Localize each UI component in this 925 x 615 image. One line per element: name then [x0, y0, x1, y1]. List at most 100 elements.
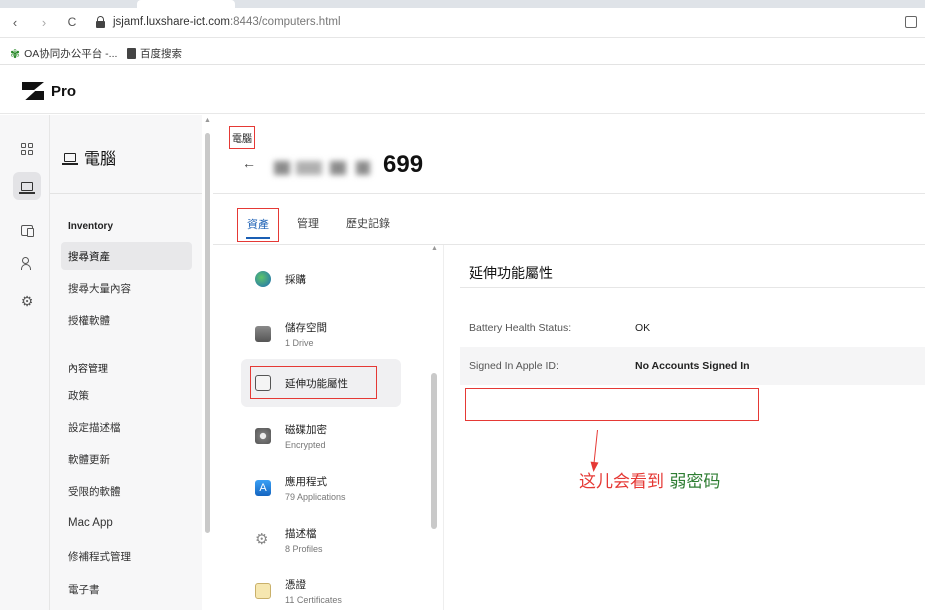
redacted-name [268, 150, 383, 184]
annotation-text: 这儿会看到 弱密码 [579, 467, 720, 492]
annotation-box [465, 388, 759, 421]
dashboard-icon [21, 143, 33, 155]
category-label: 應用程式 [285, 476, 327, 488]
forward-button[interactable]: › [37, 15, 51, 30]
users-icon [20, 257, 34, 270]
category-profiles[interactable]: ⚙ 描述檔 8 Profiles [241, 516, 401, 564]
scroll-up-icon[interactable]: ▲ [204, 117, 211, 124]
category-sub: 1 Drive [285, 338, 314, 348]
sidebar-scrollbar[interactable]: ▲ [202, 115, 213, 610]
laptop-icon [19, 181, 35, 194]
disk-lock-icon [255, 428, 271, 444]
gears-icon: ⚙ [255, 531, 269, 548]
scroll-thumb[interactable] [205, 133, 210, 533]
category-label: 憑證 [285, 579, 306, 591]
devices-icon [21, 224, 34, 237]
category-sub: 8 Profiles [285, 544, 323, 554]
category-label: 採購 [285, 273, 306, 286]
category-storage[interactable]: 儲存空間 1 Drive [241, 310, 401, 358]
sidebar-title: 電腦 [62, 145, 117, 169]
tab-inventory[interactable]: 資產 [237, 208, 279, 242]
sidebar-item-ebooks[interactable]: 電子書 [61, 575, 192, 603]
product-name: Pro [51, 83, 77, 100]
devices-button[interactable] [13, 216, 41, 244]
sidebar-item-mac-app[interactable]: Mac App [61, 509, 192, 537]
category-label: 儲存空間 [285, 322, 327, 334]
url-field[interactable]: jsjamf.luxshare-ict.com:8443/computers.h… [113, 16, 341, 28]
category-sub: 11 Certificates [285, 595, 342, 605]
category-label: 磁碟加密 [285, 424, 327, 436]
category-sub: Encrypted [285, 440, 326, 450]
bookmark-oa[interactable]: ✾ OA协同办公平台 -... [10, 46, 117, 61]
category-purchasing[interactable]: 採購 [241, 255, 401, 303]
category-disk-encryption[interactable]: 磁碟加密 Encrypted [241, 412, 401, 460]
detail-title: 延伸功能屬性 [469, 265, 553, 281]
tab-history[interactable]: 歷史記錄 [337, 208, 399, 242]
globe-icon [255, 271, 271, 287]
sidebar-item-search-inventory[interactable]: 搜尋資產 [61, 242, 192, 270]
sidebar-title-label: 電腦 [84, 151, 117, 168]
sidebar-item-search-volume[interactable]: 搜尋大量內容 [61, 274, 192, 302]
icon-rail: ⚙ [0, 115, 50, 610]
back-arrow-icon[interactable]: ← [242, 155, 256, 171]
settings-button[interactable]: ⚙ [13, 287, 41, 315]
divider [50, 193, 202, 194]
divider [213, 244, 925, 245]
drive-icon [255, 326, 271, 342]
annotation-red-text: 这儿会看到 [579, 472, 664, 492]
certificate-icon [255, 583, 271, 599]
attribute-value: OK [635, 322, 651, 334]
tab-bar: 資產 管理 歷史記錄 [237, 208, 399, 242]
bookmark-baidu[interactable]: 百度搜索 [127, 46, 182, 61]
annotation-green-text: 弱密码 [669, 472, 721, 492]
sidebar-item-software-updates[interactable]: 軟體更新 [61, 445, 192, 473]
main-content: 電腦 ← 699 資產 管理 歷史記錄 ▲ 採購 儲存空間 1 Drive 延伸功… [213, 115, 925, 610]
appstore-icon: A [255, 480, 271, 496]
app-header: Pro [0, 66, 925, 114]
edit-icon[interactable] [905, 16, 917, 28]
scroll-up-icon[interactable]: ▲ [431, 245, 438, 252]
divider [460, 287, 925, 288]
browser-tabstrip [0, 0, 925, 8]
sidebar-item-patch-management[interactable]: 修補程式管理 [61, 542, 192, 570]
computers-button[interactable] [13, 172, 41, 200]
section-heading-content: 內容管理 [68, 364, 108, 375]
reload-button[interactable]: C [65, 15, 79, 29]
jamf-logo-icon[interactable] [22, 82, 44, 100]
tab-management[interactable]: 管理 [288, 208, 328, 242]
back-button[interactable]: ‹ [8, 15, 22, 30]
flower-icon: ✾ [10, 46, 21, 61]
bookmark-label: 百度搜索 [140, 48, 182, 60]
attribute-row: Battery Health Status: OK [460, 309, 925, 347]
bookmark-label: OA协同办公平台 -... [24, 48, 118, 60]
users-button[interactable] [13, 249, 41, 277]
category-certificates[interactable]: 憑證 11 Certificates [241, 567, 401, 615]
category-applications[interactable]: A 應用程式 79 Applications [241, 464, 401, 512]
lock-icon[interactable] [96, 16, 105, 28]
sidebar-item-licensed-software[interactable]: 授權軟體 [61, 306, 192, 334]
highlight-box [250, 366, 377, 399]
category-sub: 79 Applications [285, 492, 346, 502]
browser-address-bar: ‹ › C jsjamf.luxshare-ict.com:8443/compu… [0, 8, 925, 38]
divider [443, 245, 444, 610]
url-host: jsjamf.luxshare-ict.com [113, 16, 230, 28]
laptop-icon [62, 152, 78, 165]
divider [213, 193, 925, 194]
sidebar-item-policies[interactable]: 政策 [61, 381, 192, 409]
sidebar: 電腦 Inventory 搜尋資產 搜尋大量內容 授權軟體 內容管理 政策 設定… [50, 115, 202, 610]
sidebar-item-profiles[interactable]: 設定描述檔 [61, 413, 192, 441]
dashboard-button[interactable] [13, 135, 41, 163]
category-label: 描述檔 [285, 528, 317, 540]
breadcrumb[interactable]: 電腦 [229, 126, 255, 149]
attribute-value: No Accounts Signed In [635, 360, 750, 372]
attribute-key: Battery Health Status: [469, 322, 572, 334]
sidebar-item-restricted-software[interactable]: 受限的軟體 [61, 477, 192, 505]
category-scroll-thumb[interactable] [431, 373, 437, 529]
section-heading-inventory: Inventory [68, 221, 114, 232]
gear-icon: ⚙ [20, 293, 34, 309]
browser-active-tab[interactable] [137, 0, 235, 8]
url-path: :8443/computers.html [229, 16, 341, 28]
page-title: 699 [383, 151, 424, 178]
bookmarks-bar: ✾ OA协同办公平台 -... 百度搜索 [0, 38, 925, 65]
attribute-key: Signed In Apple ID: [469, 360, 559, 372]
